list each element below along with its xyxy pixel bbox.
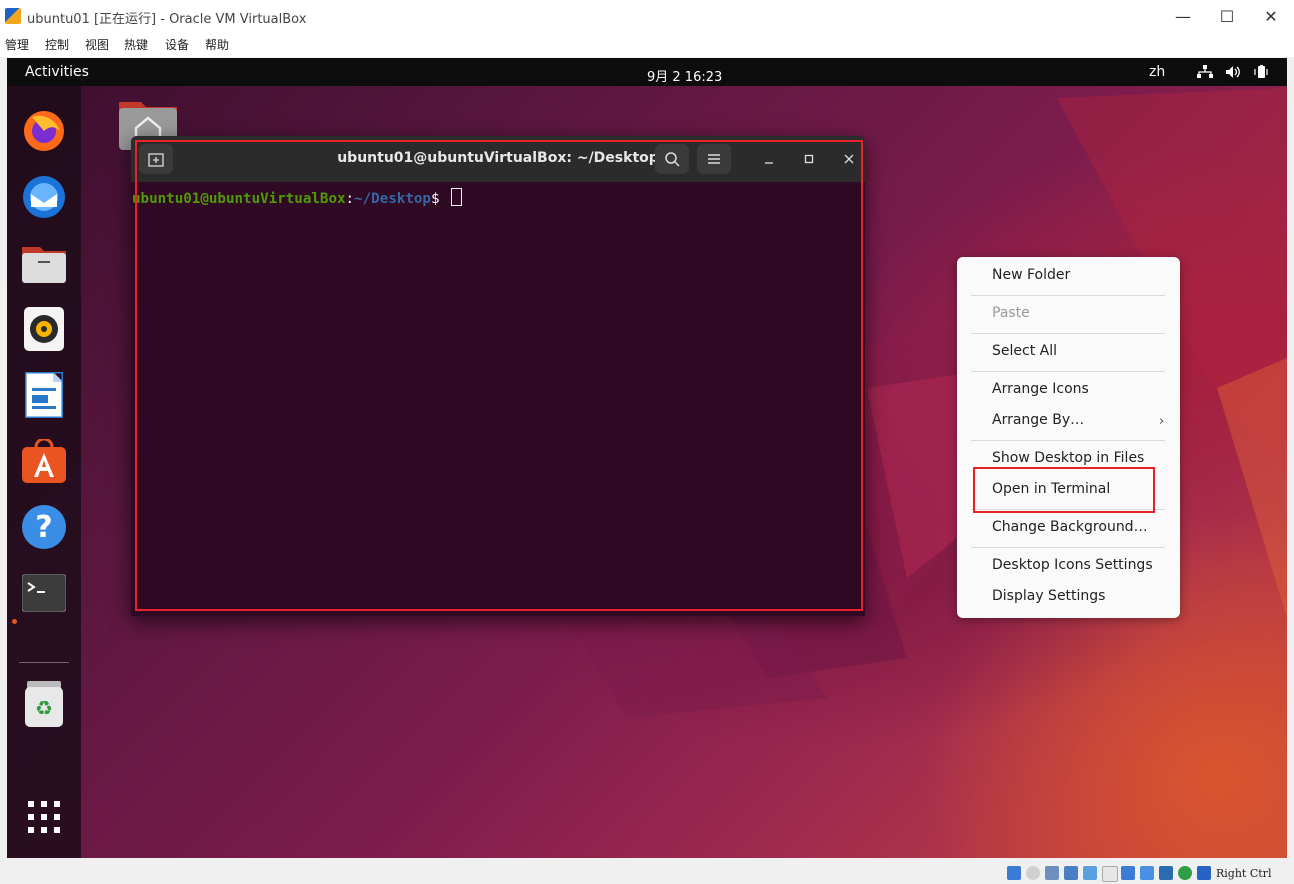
firefox-icon[interactable] <box>21 108 67 154</box>
volume-icon[interactable] <box>1225 65 1241 79</box>
trash-icon[interactable]: ♻ <box>21 681 67 727</box>
menu-item-new-folder[interactable]: New Folder <box>992 267 1070 283</box>
power-battery-icon[interactable] <box>1253 65 1269 79</box>
activities-button[interactable]: Activities <box>25 64 89 80</box>
show-apps-icon[interactable] <box>21 794 67 840</box>
menu-separator <box>971 333 1165 334</box>
svg-text:?: ? <box>35 510 52 545</box>
mouse-integration-icon[interactable] <box>1197 866 1211 880</box>
menu-separator <box>971 547 1165 548</box>
menu-view[interactable]: 视图 <box>85 36 109 53</box>
virtualbox-icon <box>5 8 21 24</box>
host-statusbar <box>0 858 1294 884</box>
thunderbird-icon[interactable] <box>21 174 67 220</box>
host-key-label: Right Ctrl <box>1216 867 1272 880</box>
close-button[interactable]: ✕ <box>1248 0 1294 33</box>
menu-control[interactable]: 控制 <box>45 36 69 53</box>
menu-hotkey[interactable]: 热键 <box>124 36 148 53</box>
guest-additions-icon[interactable] <box>1178 866 1192 880</box>
terminal-icon[interactable] <box>21 570 67 616</box>
menu-help[interactable]: 帮助 <box>205 36 229 53</box>
gnome-top-bar: Activities 9月 2 16:23 zh <box>7 58 1287 86</box>
menu-separator <box>971 371 1165 372</box>
display-icon[interactable] <box>1121 866 1135 880</box>
network-adapter-icon[interactable] <box>1064 866 1078 880</box>
usb-icon[interactable] <box>1083 866 1097 880</box>
hard-disk-icon[interactable] <box>1007 866 1021 880</box>
menu-item-arrange-icons[interactable]: Arrange Icons <box>992 381 1089 397</box>
files-icon[interactable] <box>21 240 67 286</box>
host-menubar <box>0 33 1294 57</box>
menu-devices[interactable]: 设备 <box>165 36 189 53</box>
vm-screen[interactable]: Activities 9月 2 16:23 zh ? ♻ ubuntu01@ub… <box>7 58 1287 858</box>
menu-item-display-settings[interactable]: Display Settings <box>992 588 1105 604</box>
audio-icon[interactable] <box>1045 866 1059 880</box>
libreoffice-writer-icon[interactable] <box>21 372 67 418</box>
host-window-title: ubuntu01 [正在运行] - Oracle VM VirtualBox <box>27 12 307 27</box>
dock-separator <box>19 662 69 663</box>
annotation-highlight-open-in-terminal <box>973 467 1155 513</box>
shared-folders-icon[interactable] <box>1102 866 1118 882</box>
app-center-icon[interactable] <box>21 438 67 484</box>
virtualization-icon[interactable] <box>1159 866 1173 880</box>
input-language-indicator[interactable]: zh <box>1149 64 1165 80</box>
menu-manage[interactable]: 管理 <box>5 36 29 53</box>
menu-item-paste[interactable]: Paste <box>992 305 1030 321</box>
menu-item-arrange-by[interactable]: Arrange By… <box>992 412 1084 428</box>
recording-icon[interactable] <box>1140 866 1154 880</box>
help-icon[interactable]: ? <box>21 504 67 550</box>
dock: ? ♻ <box>7 86 81 858</box>
optical-drive-icon[interactable] <box>1026 866 1040 880</box>
rhythmbox-icon[interactable] <box>21 306 67 352</box>
menu-item-select-all[interactable]: Select All <box>992 343 1057 359</box>
menu-item-desktop-icons-settings[interactable]: Desktop Icons Settings <box>992 557 1153 573</box>
minimize-button[interactable]: — <box>1160 0 1206 33</box>
chevron-right-icon: › <box>1159 414 1165 429</box>
menu-item-change-background[interactable]: Change Background… <box>992 519 1148 535</box>
menu-separator <box>971 440 1165 441</box>
maximize-button[interactable]: ☐ <box>1204 0 1250 33</box>
clock[interactable]: 9月 2 16:23 <box>647 66 722 85</box>
menu-separator <box>971 295 1165 296</box>
host-titlebar: ubuntu01 [正在运行] - Oracle VM VirtualBox —… <box>0 0 1294 33</box>
terminal-running-indicator <box>12 619 17 624</box>
annotation-highlight-terminal <box>135 140 863 611</box>
svg-text:♻: ♻ <box>35 696 53 720</box>
desktop-context-menu: New Folder Paste Select All Arrange Icon… <box>957 257 1180 618</box>
menu-item-show-desktop-in-files[interactable]: Show Desktop in Files <box>992 450 1144 466</box>
network-icon[interactable] <box>1197 65 1213 79</box>
